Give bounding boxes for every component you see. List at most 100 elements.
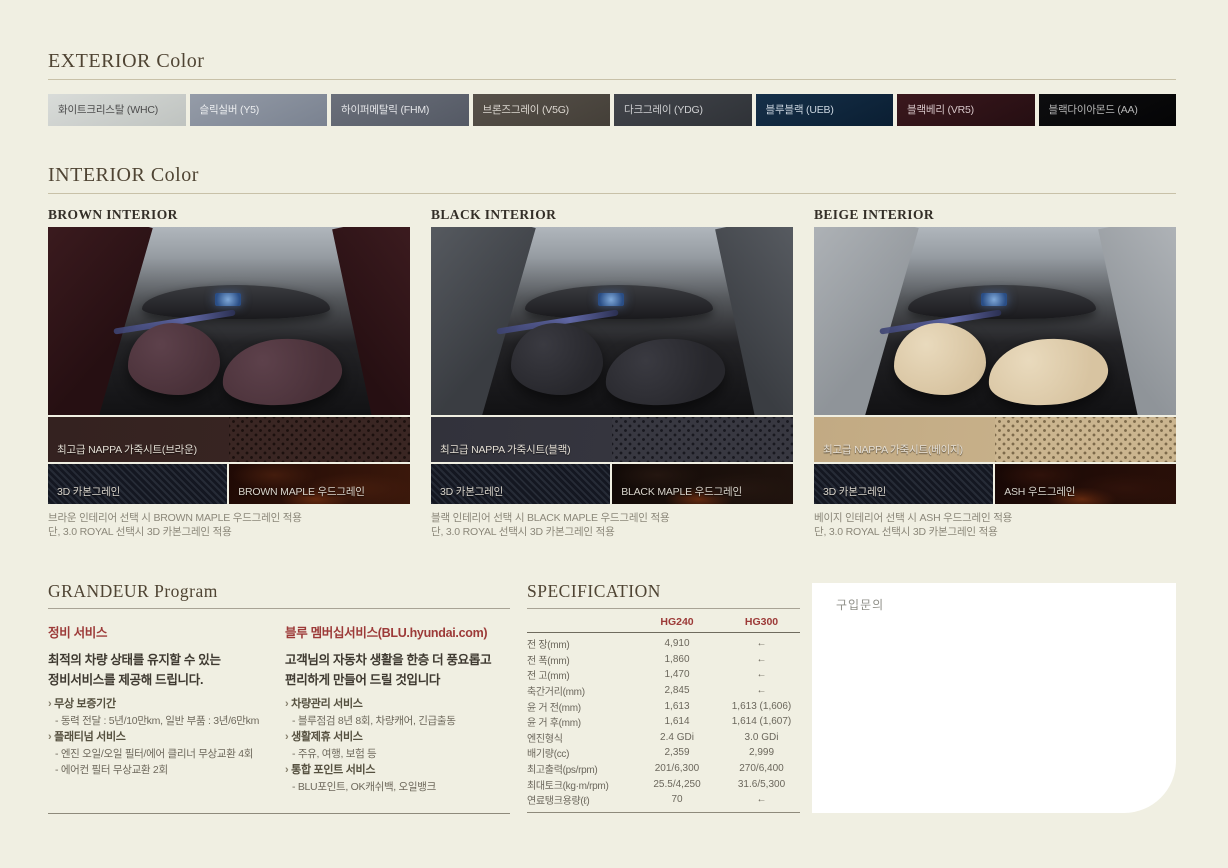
perforated-leather-texture bbox=[995, 417, 1176, 462]
program-section-title: GRANDEUR Program bbox=[48, 581, 218, 602]
exterior-swatch-v5g: 브론즈그레이 (V5G) bbox=[473, 94, 611, 126]
interior-caption: 블랙 인테리어 선택 시 BLACK MAPLE 우드그레인 적용 단, 3.0… bbox=[431, 511, 793, 539]
carbon-grain-tile: 3D 카본그레인 bbox=[814, 464, 993, 504]
spec-label: 최대토크(kg·m/rpm) bbox=[527, 777, 631, 792]
program-item-title: 통합 포인트 서비스 bbox=[285, 762, 513, 779]
wood-grain-tile: BLACK MAPLE 우드그레인 bbox=[612, 464, 793, 504]
spec-value: ← bbox=[723, 638, 800, 649]
program-item-line: - 주유, 여행, 보험 등 bbox=[285, 746, 513, 762]
interior-caption: 베이지 인테리어 선택 시 ASH 우드그레인 적용 단, 3.0 ROYAL … bbox=[814, 511, 1176, 539]
leather-label: 최고급 NAPPA 가죽시트(브라운) bbox=[57, 442, 197, 457]
interior-caption: 브라운 인테리어 선택 시 BROWN MAPLE 우드그레인 적용 단, 3.… bbox=[48, 511, 410, 539]
interior-section-title: INTERIOR Color bbox=[48, 164, 199, 187]
program-item-title: 플래티넘 서비스 bbox=[48, 729, 276, 746]
car-seat-shape bbox=[602, 333, 728, 411]
program-item-title: 무상 보증기간 bbox=[48, 696, 276, 713]
carbon-grain-tile: 3D 카본그레인 bbox=[48, 464, 227, 504]
program-heading: 블루 멤버십서비스(BLU.hyundai.com) bbox=[285, 622, 513, 641]
spec-row: 윤 거 후(mm)1,6141,614 (1,607) bbox=[527, 714, 800, 730]
caption-line: 브라운 인테리어 선택 시 BROWN MAPLE 우드그레인 적용 bbox=[48, 511, 410, 525]
interior-heading: BLACK INTERIOR bbox=[431, 207, 793, 227]
spec-label: 전 폭(mm) bbox=[527, 652, 631, 667]
exterior-swatch-label: 블랙다이아몬드 (AA) bbox=[1049, 94, 1138, 126]
exterior-swatch-ydg: 다크그레이 (YDG) bbox=[614, 94, 752, 126]
spec-row: 전 고(mm)1,470← bbox=[527, 667, 800, 683]
spec-row: 연료탱크용량(ℓ)70← bbox=[527, 792, 800, 808]
car-door-shape bbox=[332, 227, 410, 415]
caption-line: 블랙 인테리어 선택 시 BLACK MAPLE 우드그레인 적용 bbox=[431, 511, 793, 525]
interior-heading: BEIGE INTERIOR bbox=[814, 207, 1176, 227]
exterior-swatch-label: 슬릭실버 (Y5) bbox=[200, 94, 260, 126]
spec-row: 전 폭(mm)1,860← bbox=[527, 652, 800, 668]
spec-row: 배기량(cc)2,3592,999 bbox=[527, 745, 800, 761]
car-door-shape bbox=[715, 227, 793, 415]
spec-value: 1,860 bbox=[631, 654, 723, 665]
spec-header-hg300: HG300 bbox=[723, 616, 800, 628]
wood-grain-tile: ASH 우드그레인 bbox=[995, 464, 1176, 504]
specification-section-title: SPECIFICATION bbox=[527, 581, 661, 602]
wood-grain-tile: BROWN MAPLE 우드그레인 bbox=[229, 464, 410, 504]
program-item-line: - 에어컨 필터 무상교환 2회 bbox=[48, 762, 276, 778]
program-bottom-divider bbox=[48, 813, 510, 814]
interior-photo bbox=[431, 227, 793, 415]
spec-header-hg240: HG240 bbox=[631, 616, 723, 628]
exterior-swatch-aa: 블랙다이아몬드 (AA) bbox=[1039, 94, 1177, 126]
interior-column-beige: BEIGE INTERIOR 최고급 NAPPA 가죽시트(베이지) 3D 카본… bbox=[814, 207, 1176, 539]
exterior-swatch-ueb: 블루블랙 (UEB) bbox=[756, 94, 894, 126]
spec-row: 엔진형식2.4 GDi3.0 GDi bbox=[527, 730, 800, 746]
carbon-grain-label: 3D 카본그레인 bbox=[823, 484, 886, 499]
spec-row: 최고출력(ps/rpm)201/6,300270/6,400 bbox=[527, 761, 800, 777]
spec-value: ← bbox=[723, 654, 800, 665]
exterior-divider bbox=[48, 79, 1176, 80]
spec-row: 윤 거 전(mm)1,6131,613 (1,606) bbox=[527, 698, 800, 714]
program-intro-line: 최적의 차량 상태를 유지할 수 있는 bbox=[48, 650, 276, 670]
interior-divider bbox=[48, 193, 1176, 194]
interior-column-black: BLACK INTERIOR 최고급 NAPPA 가죽시트(블랙) 3D 카본그… bbox=[431, 207, 793, 539]
program-item-line: - 엔진 오일/오일 필터/에어 클리너 무상교환 4회 bbox=[48, 746, 276, 762]
spec-label: 연료탱크용량(ℓ) bbox=[527, 792, 631, 807]
spec-label: 배기량(cc) bbox=[527, 745, 631, 760]
program-item-line: - 동력 전달 : 5년/10만km, 일반 부품 : 3년/6만km bbox=[48, 713, 276, 729]
caption-line: 단, 3.0 ROYAL 선택시 3D 카본그레인 적용 bbox=[48, 525, 410, 539]
spec-label: 축간거리(mm) bbox=[527, 683, 631, 698]
program-item-line: - 블루점검 8년 8회, 차량캐어, 긴급출동 bbox=[285, 713, 513, 729]
program-divider bbox=[48, 608, 510, 609]
trim-tiles: 3D 카본그레인 BROWN MAPLE 우드그레인 bbox=[48, 464, 410, 504]
wood-grain-label: ASH 우드그레인 bbox=[1004, 484, 1075, 499]
program-intro-line: 고객님의 자동차 생활을 한층 더 풍요롭고 bbox=[285, 650, 513, 670]
specification-table: HG240 HG300 전 장(mm)4,910← 전 폭(mm)1,860← … bbox=[527, 612, 800, 808]
spec-label: 윤 거 후(mm) bbox=[527, 714, 631, 729]
spec-value: 270/6,400 bbox=[723, 763, 800, 774]
interior-photo bbox=[814, 227, 1176, 415]
nav-screen-glow bbox=[598, 293, 624, 306]
exterior-swatch-row: 화이트크리스탈 (WHC) 슬릭실버 (Y5) 하이퍼메탈릭 (FHM) 브론즈… bbox=[48, 94, 1176, 126]
program-column-membership: 블루 멤버십서비스(BLU.hyundai.com) 고객님의 자동차 생활을 … bbox=[285, 622, 513, 795]
spec-value: 1,614 bbox=[631, 716, 723, 727]
exterior-section-title: EXTERIOR Color bbox=[48, 50, 204, 73]
exterior-swatch-label: 블루블랙 (UEB) bbox=[766, 94, 834, 126]
perforated-leather-texture bbox=[612, 417, 793, 462]
program-item-title: 생활제휴 서비스 bbox=[285, 729, 513, 746]
spec-value: 1,613 bbox=[631, 701, 723, 712]
carbon-grain-label: 3D 카본그레인 bbox=[440, 484, 503, 499]
spec-value: 3.0 GDi bbox=[723, 732, 800, 743]
program-item-title: 차량관리 서비스 bbox=[285, 696, 513, 713]
spec-label: 최고출력(ps/rpm) bbox=[527, 761, 631, 776]
spec-value: 2,999 bbox=[723, 747, 800, 758]
caption-line: 단, 3.0 ROYAL 선택시 3D 카본그레인 적용 bbox=[814, 525, 1176, 539]
spec-value: 2,359 bbox=[631, 747, 723, 758]
spec-value: 1,613 (1,606) bbox=[723, 701, 800, 712]
program-list: 차량관리 서비스 - 블루점검 8년 8회, 차량캐어, 긴급출동 생활제휴 서… bbox=[285, 696, 513, 795]
wood-grain-label: BROWN MAPLE 우드그레인 bbox=[238, 484, 365, 499]
spec-label: 전 고(mm) bbox=[527, 667, 631, 682]
specification-divider bbox=[527, 608, 800, 609]
car-seat-shape bbox=[894, 323, 986, 395]
car-door-shape bbox=[1098, 227, 1176, 415]
car-seat-shape bbox=[219, 333, 345, 411]
spec-value: 70 bbox=[631, 794, 723, 805]
exterior-swatch-fhm: 하이퍼메탈릭 (FHM) bbox=[331, 94, 469, 126]
caption-line: 단, 3.0 ROYAL 선택시 3D 카본그레인 적용 bbox=[431, 525, 793, 539]
car-door-shape bbox=[814, 227, 919, 415]
carbon-grain-label: 3D 카본그레인 bbox=[57, 484, 120, 499]
car-seat-shape bbox=[511, 323, 603, 395]
